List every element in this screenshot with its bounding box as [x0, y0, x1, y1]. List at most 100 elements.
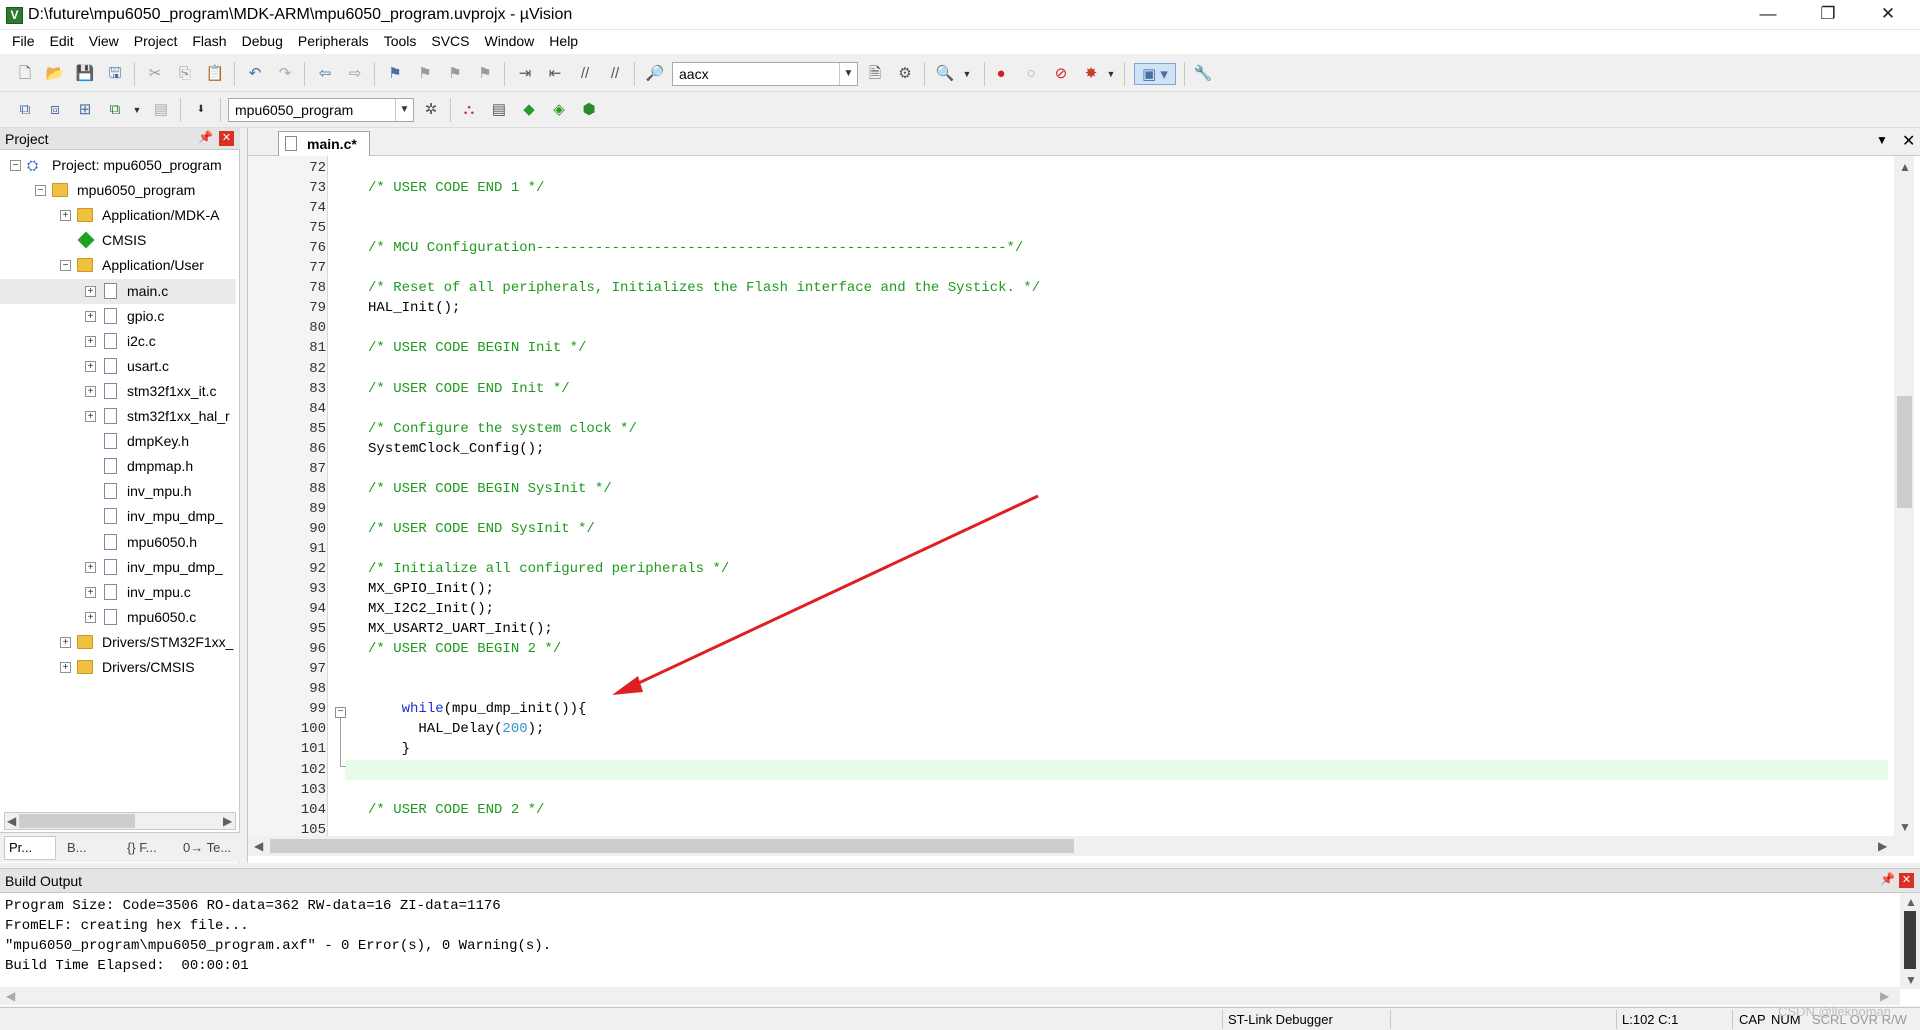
close-icon[interactable]: ✕ [219, 131, 234, 146]
download-load-icon[interactable]: ⬇ [190, 99, 212, 121]
chevron-down-icon[interactable]: ▼ [395, 99, 413, 121]
batch-build-icon[interactable]: ⧉ [104, 99, 126, 121]
tree-item[interactable]: + main.c [0, 278, 236, 304]
menu-window[interactable]: Window [479, 30, 544, 54]
menu-peripherals[interactable]: Peripherals [292, 30, 378, 54]
minimize-button[interactable]: — [1740, 0, 1796, 30]
new-file-icon[interactable]: 🗋 [14, 63, 36, 85]
tree-item[interactable]: − ⛭ Project: mpu6050_program [0, 153, 236, 178]
target-options-icon[interactable]: ✲ [420, 99, 442, 121]
editor-horizontal-scrollbar[interactable]: ◀ ▶ [248, 836, 1914, 856]
manage-multi-project-icon[interactable]: ▤ [488, 99, 510, 121]
pin-icon[interactable]: 📌 [1880, 872, 1895, 886]
collapse-icon[interactable]: − [60, 260, 71, 272]
tree-item[interactable]: + stm32f1xx_hal_r [0, 404, 236, 429]
expand-icon[interactable]: + [85, 611, 96, 623]
configure-icon[interactable]: 🔧 [1192, 63, 1214, 85]
breakpoint-kill-all-icon[interactable]: ✸ [1080, 63, 1102, 85]
select-software-packs-icon[interactable]: ⬢ [578, 99, 600, 121]
paste-icon[interactable]: 📋 [204, 63, 226, 85]
code-line[interactable]: MX_I2C2_Init(); [368, 599, 494, 619]
stop-build-icon[interactable]: ▤ [150, 99, 172, 121]
pin-icon[interactable]: 📌 [198, 130, 213, 144]
bookmark-toggle-icon[interactable]: ⚑ [384, 63, 406, 85]
tree-item[interactable]: + usart.c [0, 354, 236, 379]
build-output-vertical-scrollbar[interactable]: ▲ ▼ [1900, 893, 1920, 989]
fold-collapse-icon[interactable]: − [335, 707, 346, 718]
redo-icon[interactable]: ↷ [274, 63, 296, 85]
code-line[interactable]: /* USER CODE BEGIN Init */ [368, 338, 586, 358]
tree-item[interactable]: dmpmap.h [0, 454, 236, 479]
run-time-environment-icon[interactable]: ◆ [518, 99, 540, 121]
expand-icon[interactable]: + [60, 662, 71, 673]
pack-installer-icon[interactable]: ◈ [548, 99, 570, 121]
bookmark-clear-icon[interactable]: ⚑ [474, 63, 496, 85]
find-combo[interactable]: aacx ▼ [672, 62, 858, 86]
chevron-down-icon[interactable]: ▼ [956, 63, 978, 85]
comment-icon[interactable]: // [574, 63, 596, 85]
chevron-down-icon[interactable]: ▼ [126, 99, 148, 121]
close-icon[interactable]: ✕ [1899, 873, 1914, 888]
window-layout-icon[interactable]: ▣ ▾ [1134, 63, 1176, 85]
tab-list-dropdown-icon[interactable]: ▼ [1876, 133, 1888, 147]
expand-icon[interactable]: + [60, 636, 71, 648]
restore-button[interactable]: ❐ [1800, 0, 1856, 30]
cut-icon[interactable]: ✂ [144, 63, 166, 85]
expand-icon[interactable]: + [85, 310, 96, 322]
tree-item[interactable]: dmpKey.h [0, 429, 236, 454]
unindent-icon[interactable]: ⇤ [544, 63, 566, 85]
tree-item[interactable]: + Drivers/STM32F1xx_ [0, 630, 236, 655]
code-line[interactable]: } [368, 739, 410, 759]
tree-item[interactable]: + i2c.c [0, 329, 236, 354]
collapse-icon[interactable]: − [35, 185, 46, 197]
expand-icon[interactable]: + [85, 360, 96, 372]
indent-icon[interactable]: ⇥ [514, 63, 536, 85]
breakpoint-enable-icon[interactable]: ○ [1020, 63, 1042, 85]
build-output-horizontal-scrollbar[interactable]: ◀ ▶ [0, 987, 1900, 1005]
navigate-forward-icon[interactable]: ⇨ [344, 63, 366, 85]
scrollbar-thumb[interactable] [19, 814, 135, 828]
tree-item[interactable]: CMSIS [0, 228, 236, 253]
bookmark-prev-icon[interactable]: ⚑ [414, 63, 436, 85]
code-line[interactable]: /* USER CODE END SysInit */ [368, 519, 595, 539]
menu-tools[interactable]: Tools [378, 30, 426, 54]
save-icon[interactable]: 💾 [74, 63, 96, 85]
expand-icon[interactable]: + [85, 561, 96, 573]
expand-icon[interactable]: + [85, 285, 96, 297]
code-line[interactable]: /* USER CODE BEGIN SysInit */ [368, 479, 612, 499]
copy-icon[interactable]: ⎘ [174, 63, 196, 85]
tree-item[interactable]: + mpu6050.c [0, 605, 236, 630]
code-line[interactable]: /* Initialize all configured peripherals… [368, 559, 729, 579]
tree-item[interactable]: inv_mpu.h [0, 479, 236, 504]
expand-icon[interactable]: + [60, 210, 71, 222]
code-line[interactable]: /* MCU Configuration--------------------… [368, 238, 1023, 258]
tree-horizontal-scrollbar[interactable]: ◀ ▶ [4, 812, 236, 830]
code-line[interactable]: /* USER CODE END 2 */ [368, 800, 544, 820]
menu-svcs[interactable]: SVCS [425, 30, 478, 54]
expand-icon[interactable]: + [85, 335, 96, 347]
tree-item[interactable]: + stm32f1xx_it.c [0, 379, 236, 404]
target-select[interactable]: mpu6050_program ▼ [228, 98, 414, 122]
menu-edit[interactable]: Edit [44, 30, 83, 54]
chevron-down-icon[interactable]: ▼ [1100, 63, 1122, 85]
tab-templates[interactable]: 0→ Te... [178, 836, 236, 860]
expand-icon[interactable]: + [85, 411, 96, 422]
tree-item[interactable]: + Application/MDK-A [0, 203, 236, 228]
tree-item[interactable]: − mpu6050_program [0, 178, 236, 203]
build-icon[interactable]: ⧈ [44, 99, 66, 121]
tree-item[interactable]: + inv_mpu_dmp_ [0, 555, 236, 580]
expand-icon[interactable]: + [85, 385, 96, 397]
breakpoint-disable-all-icon[interactable]: ⊘ [1050, 63, 1072, 85]
find-in-files-icon[interactable]: 🔎 [644, 63, 666, 85]
code-line[interactable]: /* Configure the system clock */ [368, 419, 637, 439]
code-line[interactable]: /* Reset of all peripherals, Initializes… [368, 278, 1040, 298]
menu-help[interactable]: Help [543, 30, 587, 54]
code-line[interactable]: MX_USART2_UART_Init(); [368, 619, 553, 639]
menu-flash[interactable]: Flash [186, 30, 235, 54]
code-line[interactable]: HAL_Delay(200); [368, 719, 544, 739]
code-line[interactable]: HAL_Init(); [368, 298, 460, 318]
close-button[interactable]: ✕ [1860, 0, 1916, 30]
code-line[interactable]: /* USER CODE BEGIN 2 */ [368, 639, 561, 659]
scrollbar-thumb[interactable] [1897, 396, 1912, 508]
tree-item[interactable]: − Application/User [0, 253, 236, 278]
